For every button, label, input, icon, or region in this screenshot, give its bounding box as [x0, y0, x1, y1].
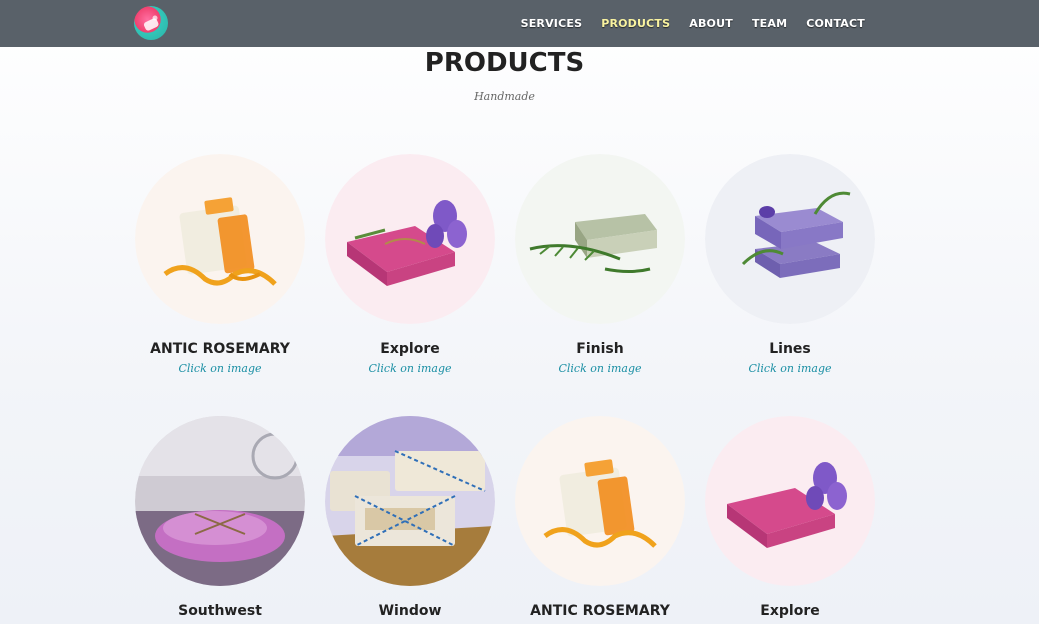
- product-name: Window: [378, 603, 442, 619]
- product-name: ANTIC ROSEMARY: [530, 603, 670, 619]
- product-card: Southwest: [135, 416, 305, 619]
- brand-logo[interactable]: [134, 6, 168, 40]
- product-card: ANTIC ROSEMARY Click on image: [135, 154, 305, 375]
- nav-link-services[interactable]: SERVICES: [521, 17, 583, 30]
- product-card: ANTIC ROSEMARY: [515, 416, 685, 619]
- product-name: Explore: [760, 603, 820, 619]
- product-link[interactable]: Click on image: [325, 362, 495, 375]
- product-name: Finish: [576, 341, 624, 357]
- product-card: Explore: [705, 416, 875, 619]
- nav-link-contact[interactable]: CONTACT: [806, 17, 865, 30]
- product-name: Explore: [380, 341, 440, 357]
- product-image[interactable]: [325, 154, 495, 324]
- product-image[interactable]: [515, 416, 685, 586]
- nav-link-team[interactable]: TEAM: [752, 17, 787, 30]
- product-name: ANTIC ROSEMARY: [150, 341, 290, 357]
- product-image[interactable]: [515, 154, 685, 324]
- product-card: Window: [325, 416, 495, 619]
- soap-logo-icon: [143, 15, 159, 31]
- product-name: Lines: [769, 341, 811, 357]
- product-card: Finish Click on image: [515, 154, 685, 375]
- product-link[interactable]: Click on image: [515, 362, 685, 375]
- section-title: PRODUCTS: [424, 48, 585, 78]
- product-link[interactable]: Click on image: [705, 362, 875, 375]
- nav-link-products[interactable]: PRODUCTS: [601, 17, 670, 30]
- product-link[interactable]: Click on image: [135, 362, 305, 375]
- product-image[interactable]: [325, 416, 495, 586]
- product-card: Explore Click on image: [325, 154, 495, 375]
- product-image[interactable]: [135, 154, 305, 324]
- section-subtitle: Handmade: [474, 90, 535, 103]
- product-image[interactable]: [705, 416, 875, 586]
- top-navbar: SERVICES PRODUCTS ABOUT TEAM CONTACT: [0, 0, 1039, 47]
- nav-menu: SERVICES PRODUCTS ABOUT TEAM CONTACT: [521, 0, 865, 47]
- product-name: Southwest: [178, 603, 262, 619]
- product-image[interactable]: [705, 154, 875, 324]
- nav-link-about[interactable]: ABOUT: [689, 17, 733, 30]
- product-image[interactable]: [135, 416, 305, 586]
- product-card: Lines Click on image: [705, 154, 875, 375]
